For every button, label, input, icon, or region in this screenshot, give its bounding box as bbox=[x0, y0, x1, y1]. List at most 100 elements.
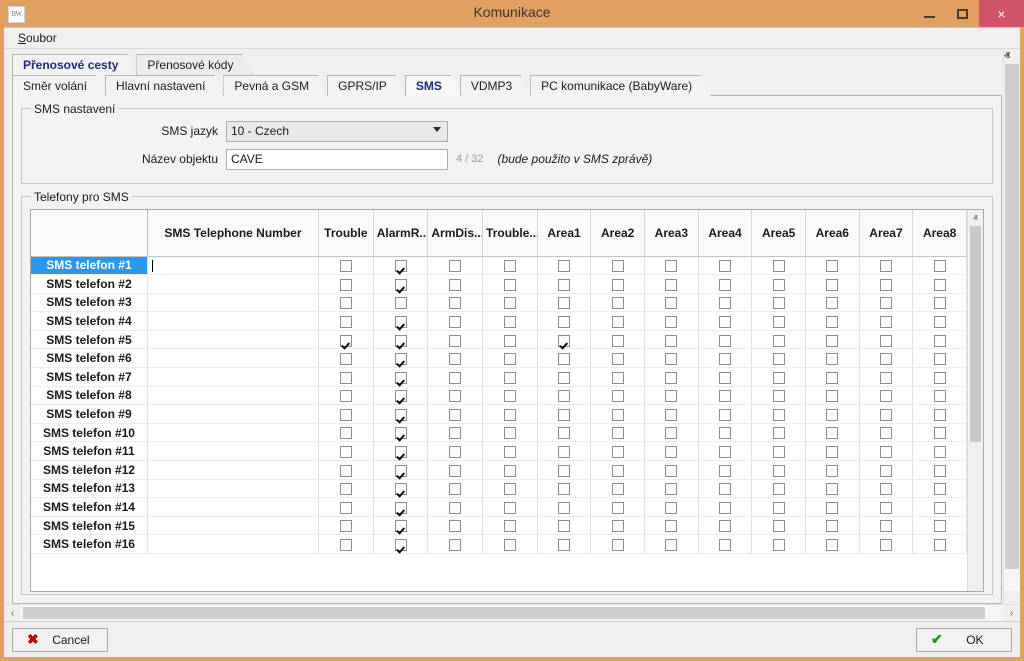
checkbox-cell[interactable] bbox=[913, 516, 967, 535]
checkbox-cell[interactable] bbox=[752, 293, 806, 312]
checkbox-cell[interactable] bbox=[805, 479, 859, 498]
checkbox-trouble[interactable] bbox=[504, 372, 516, 384]
phone-number-cell[interactable] bbox=[147, 293, 318, 312]
checkbox-cell[interactable] bbox=[428, 442, 483, 461]
table-row[interactable]: SMS telefon #15 bbox=[31, 516, 967, 535]
grid-vertical-scrollbar[interactable]: ⱏ ⱟ bbox=[967, 210, 983, 591]
checkbox-cell[interactable] bbox=[645, 535, 699, 554]
checkbox-cell[interactable] bbox=[805, 498, 859, 517]
checkbox-area2[interactable] bbox=[612, 260, 624, 272]
checkbox-cell[interactable] bbox=[645, 256, 699, 275]
checkbox-alarmr[interactable] bbox=[395, 316, 407, 328]
checkbox-cell[interactable] bbox=[913, 498, 967, 517]
column-header-area2[interactable]: Area2 bbox=[591, 210, 645, 256]
checkbox-area1[interactable] bbox=[558, 539, 570, 551]
checkbox-area2[interactable] bbox=[612, 539, 624, 551]
row-header-label[interactable]: SMS telefon #12 bbox=[31, 461, 147, 480]
tab-vdmp3[interactable]: VDMP3 bbox=[460, 75, 531, 96]
checkbox-area5[interactable] bbox=[773, 483, 785, 495]
checkbox-area1[interactable] bbox=[558, 335, 570, 347]
checkbox-area7[interactable] bbox=[880, 502, 892, 514]
checkbox-trouble[interactable] bbox=[504, 446, 516, 458]
checkbox-cell[interactable] bbox=[698, 442, 752, 461]
checkbox-trouble[interactable] bbox=[504, 483, 516, 495]
checkbox-cell[interactable] bbox=[805, 293, 859, 312]
checkbox-area7[interactable] bbox=[880, 353, 892, 365]
checkbox-area4[interactable] bbox=[719, 427, 731, 439]
checkbox-cell[interactable] bbox=[645, 405, 699, 424]
tab-gprs-ip[interactable]: GPRS/IP bbox=[327, 75, 406, 96]
checkbox-cell[interactable] bbox=[913, 461, 967, 480]
dialog-vertical-scrollbar[interactable]: ⱏ ⱟ bbox=[1003, 49, 1020, 604]
checkbox-cell[interactable] bbox=[805, 516, 859, 535]
table-row[interactable]: SMS telefon #8 bbox=[31, 386, 967, 405]
checkbox-area7[interactable] bbox=[880, 297, 892, 309]
checkbox-cell[interactable] bbox=[645, 275, 699, 294]
checkbox-cell[interactable] bbox=[752, 423, 806, 442]
checkbox-trouble[interactable] bbox=[340, 335, 352, 347]
checkbox-cell[interactable] bbox=[805, 423, 859, 442]
checkbox-area3[interactable] bbox=[665, 335, 677, 347]
checkbox-cell[interactable] bbox=[591, 405, 645, 424]
checkbox-trouble[interactable] bbox=[504, 260, 516, 272]
phone-number-cell[interactable] bbox=[147, 349, 318, 368]
checkbox-cell[interactable] bbox=[428, 535, 483, 554]
checkbox-area2[interactable] bbox=[612, 390, 624, 402]
checkbox-cell[interactable] bbox=[428, 423, 483, 442]
checkbox-area3[interactable] bbox=[665, 483, 677, 495]
checkbox-cell[interactable] bbox=[913, 442, 967, 461]
checkbox-trouble[interactable] bbox=[504, 502, 516, 514]
checkbox-cell[interactable] bbox=[319, 293, 374, 312]
checkbox-cell[interactable] bbox=[698, 405, 752, 424]
checkbox-trouble[interactable] bbox=[340, 372, 352, 384]
column-header-row-label[interactable] bbox=[31, 210, 147, 256]
checkbox-trouble[interactable] bbox=[504, 539, 516, 551]
checkbox-area3[interactable] bbox=[665, 409, 677, 421]
checkbox-trouble[interactable] bbox=[504, 427, 516, 439]
checkbox-cell[interactable] bbox=[645, 516, 699, 535]
checkbox-cell[interactable] bbox=[591, 516, 645, 535]
checkbox-area6[interactable] bbox=[826, 465, 838, 477]
checkbox-cell[interactable] bbox=[373, 368, 428, 387]
checkbox-cell[interactable] bbox=[698, 516, 752, 535]
checkbox-armdis[interactable] bbox=[449, 520, 461, 532]
checkbox-area1[interactable] bbox=[558, 260, 570, 272]
checkbox-cell[interactable] bbox=[591, 442, 645, 461]
checkbox-armdis[interactable] bbox=[449, 260, 461, 272]
checkbox-cell[interactable] bbox=[483, 256, 538, 275]
column-header-area5[interactable]: Area5 bbox=[752, 210, 806, 256]
object-name-input[interactable] bbox=[226, 149, 448, 170]
checkbox-cell[interactable] bbox=[859, 386, 913, 405]
checkbox-area5[interactable] bbox=[773, 335, 785, 347]
checkbox-cell[interactable] bbox=[859, 256, 913, 275]
checkbox-trouble[interactable] bbox=[504, 279, 516, 291]
checkbox-cell[interactable] bbox=[428, 516, 483, 535]
checkbox-alarmr[interactable] bbox=[395, 297, 407, 309]
checkbox-cell[interactable] bbox=[591, 368, 645, 387]
checkbox-area3[interactable] bbox=[665, 279, 677, 291]
column-header-armdis[interactable]: ArmDis... bbox=[428, 210, 483, 256]
row-header-label[interactable]: SMS telefon #3 bbox=[31, 293, 147, 312]
checkbox-cell[interactable] bbox=[859, 405, 913, 424]
checkbox-trouble[interactable] bbox=[504, 465, 516, 477]
checkbox-cell[interactable] bbox=[752, 256, 806, 275]
checkbox-armdis[interactable] bbox=[449, 409, 461, 421]
checkbox-area6[interactable] bbox=[826, 335, 838, 347]
phone-number-cell[interactable] bbox=[147, 498, 318, 517]
table-row[interactable]: SMS telefon #9 bbox=[31, 405, 967, 424]
checkbox-trouble[interactable] bbox=[340, 446, 352, 458]
checkbox-area8[interactable] bbox=[934, 539, 946, 551]
checkbox-area1[interactable] bbox=[558, 502, 570, 514]
checkbox-trouble[interactable] bbox=[504, 353, 516, 365]
checkbox-cell[interactable] bbox=[319, 368, 374, 387]
checkbox-area8[interactable] bbox=[934, 316, 946, 328]
phone-number-cell[interactable] bbox=[147, 479, 318, 498]
table-row[interactable]: SMS telefon #5 bbox=[31, 330, 967, 349]
row-header-label[interactable]: SMS telefon #15 bbox=[31, 516, 147, 535]
tab-prenosove-cesty[interactable]: Přenosové cesty bbox=[12, 54, 137, 75]
checkbox-trouble[interactable] bbox=[504, 297, 516, 309]
checkbox-cell[interactable] bbox=[537, 293, 591, 312]
checkbox-cell[interactable] bbox=[319, 535, 374, 554]
phone-number-cell[interactable] bbox=[147, 275, 318, 294]
checkbox-cell[interactable] bbox=[859, 349, 913, 368]
